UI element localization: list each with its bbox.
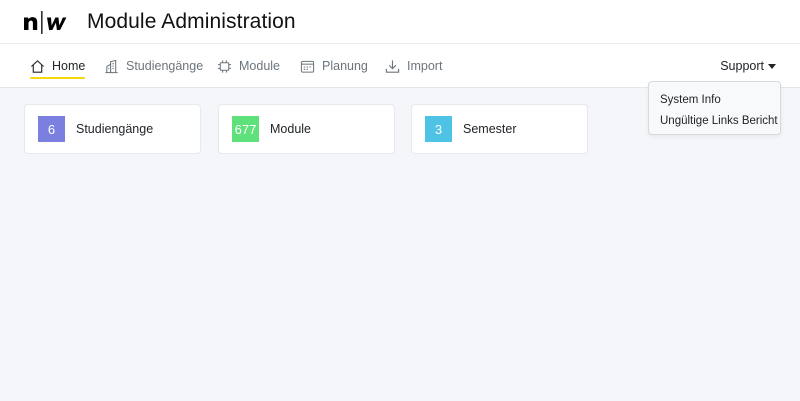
count-badge: 677: [232, 116, 259, 142]
stat-card-studiengaenge[interactable]: 6 Studiengänge: [24, 104, 201, 154]
support-dropdown-menu: System Info Ungültige Links Bericht: [648, 81, 781, 135]
home-icon: [31, 59, 44, 73]
nav-import[interactable]: Import: [385, 44, 442, 88]
nav-import-label: Import: [407, 59, 443, 73]
stat-card-semester[interactable]: 3 Semester: [411, 104, 588, 154]
count-badge: 3: [425, 116, 452, 142]
download-icon: [385, 59, 400, 73]
caret-down-icon: [768, 63, 776, 69]
nav-module[interactable]: Module: [217, 44, 280, 88]
app-title: Module Administration: [87, 10, 296, 33]
card-label: Studiengänge: [76, 122, 154, 136]
calendar-icon: [300, 60, 315, 73]
nav-studiengaenge[interactable]: Studiengänge: [104, 44, 203, 88]
fhnw-logo[interactable]: [22, 9, 72, 35]
nav-module-label: Module: [239, 59, 280, 73]
nav-home-label: Home: [52, 59, 86, 73]
top-header: Module Administration: [0, 0, 800, 44]
card-label: Semester: [463, 122, 517, 136]
menu-item-ungueltige-links[interactable]: Ungültige Links Bericht: [649, 111, 780, 132]
chip-icon: [217, 59, 232, 73]
menu-item-system-info[interactable]: System Info: [649, 90, 780, 111]
count-badge: 6: [38, 116, 65, 142]
nav-home[interactable]: Home: [30, 44, 86, 88]
support-label: Support: [720, 59, 764, 73]
nav-studiengaenge-label: Studiengänge: [126, 59, 204, 73]
building-icon: [105, 59, 118, 73]
card-label: Module: [270, 122, 311, 136]
nav-planung[interactable]: Planung: [300, 44, 368, 88]
active-nav-underline: [30, 77, 86, 79]
nav-planung-label: Planung: [322, 59, 368, 73]
stat-card-module[interactable]: 677 Module: [218, 104, 395, 154]
